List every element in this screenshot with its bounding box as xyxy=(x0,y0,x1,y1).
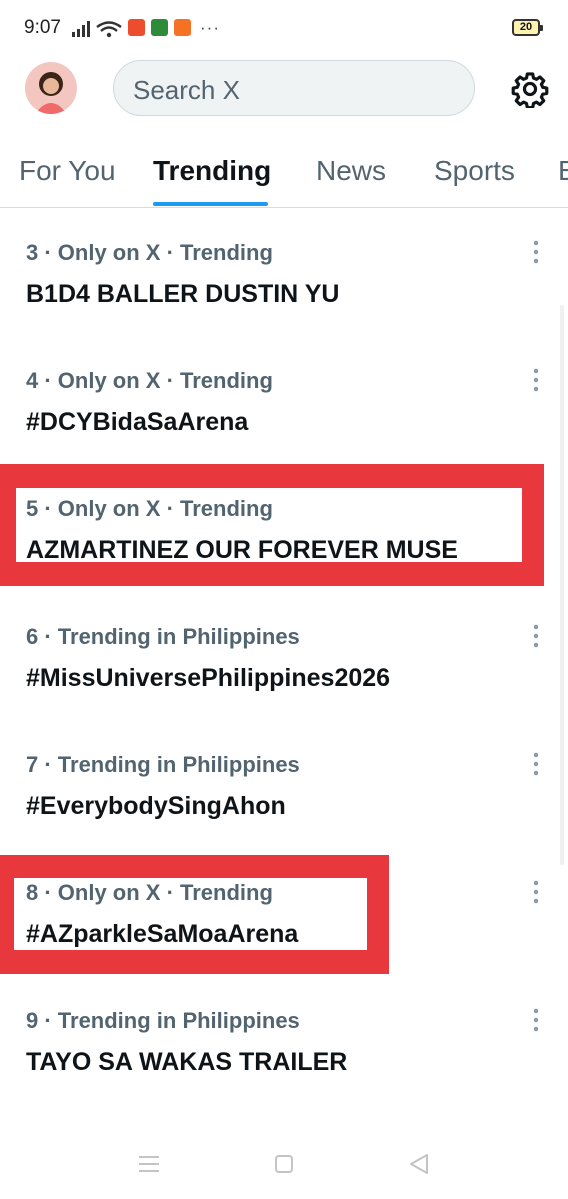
tab-trending[interactable]: Trending xyxy=(153,155,271,187)
trend-meta: 9 · Trending in Philippines xyxy=(26,1008,300,1033)
trend-item[interactable]: 6 · Trending in Philippines #MissUnivers… xyxy=(0,592,568,720)
trend-meta: 4 · Only on X · Trending xyxy=(26,368,273,393)
shopee-icon xyxy=(128,19,145,36)
more-vertical-icon[interactable] xyxy=(528,366,544,394)
game-app-icon xyxy=(151,19,168,36)
search-input[interactable]: Search X xyxy=(113,60,475,116)
tab-bar: For You Trending News Sports E xyxy=(0,148,568,208)
trend-title: #EverybodySingAhon xyxy=(26,792,286,820)
home-square-icon[interactable] xyxy=(274,1154,294,1174)
trend-meta: 8 · Only on X · Trending xyxy=(26,880,273,905)
search-placeholder: Search X xyxy=(133,75,240,105)
trend-meta: 6 · Trending in Philippines xyxy=(26,624,300,649)
lazada-icon xyxy=(174,19,191,36)
more-vertical-icon[interactable] xyxy=(528,878,544,906)
notification-icons: ··· xyxy=(128,19,220,36)
trend-title: #DCYBidaSaArena xyxy=(26,408,249,436)
trend-title: #AZparkleSaMoaArena xyxy=(26,920,299,948)
signal-wifi-icon xyxy=(72,21,122,38)
more-vertical-icon[interactable] xyxy=(528,622,544,650)
menu-icon[interactable] xyxy=(138,1154,160,1174)
more-notifications-icon: ··· xyxy=(200,18,220,37)
trend-meta: 5 · Only on X · Trending xyxy=(26,496,273,521)
active-tab-indicator xyxy=(153,202,268,206)
trend-title: TAYO SA WAKAS TRAILER xyxy=(26,1048,348,1076)
trend-item[interactable]: 3 · Only on X · Trending B1D4 BALLER DUS… xyxy=(0,208,568,336)
back-triangle-icon[interactable] xyxy=(408,1153,430,1175)
tab-for-you[interactable]: For You xyxy=(19,155,116,187)
tab-news[interactable]: News xyxy=(316,155,386,187)
trend-item[interactable]: 4 · Only on X · Trending #DCYBidaSaArena xyxy=(0,336,568,464)
gear-icon[interactable] xyxy=(511,70,549,108)
trend-title: AZMARTINEZ OUR FOREVER MUSE xyxy=(26,536,458,564)
battery-icon: 20 xyxy=(512,19,543,36)
more-vertical-icon[interactable] xyxy=(528,1006,544,1034)
system-nav-bar xyxy=(0,1140,568,1199)
trend-title: B1D4 BALLER DUSTIN YU xyxy=(26,280,340,308)
avatar-image xyxy=(25,62,77,114)
tab-sports[interactable]: Sports xyxy=(434,155,515,187)
more-vertical-icon[interactable] xyxy=(528,750,544,778)
trend-item[interactable]: 8 · Only on X · Trending #AZparkleSaMoaA… xyxy=(0,848,568,976)
battery-level: 20 xyxy=(519,21,533,33)
tab-entertainment[interactable]: E xyxy=(558,155,568,187)
status-bar: 9:07 ··· 20 xyxy=(0,0,568,56)
trend-item[interactable]: 7 · Trending in Philippines #EverybodySi… xyxy=(0,720,568,848)
status-time: 9:07 xyxy=(24,17,61,38)
trend-title: #MissUniversePhilippines2026 xyxy=(26,664,391,692)
trend-meta: 7 · Trending in Philippines xyxy=(26,752,300,777)
trend-item[interactable]: 5 · Only on X · Trending AZMARTINEZ OUR … xyxy=(0,464,568,592)
more-vertical-icon[interactable] xyxy=(528,238,544,266)
trend-meta: 3 · Only on X · Trending xyxy=(26,240,273,265)
trend-item[interactable]: 9 · Trending in Philippines TAYO SA WAKA… xyxy=(0,976,568,1104)
avatar[interactable] xyxy=(25,62,77,114)
